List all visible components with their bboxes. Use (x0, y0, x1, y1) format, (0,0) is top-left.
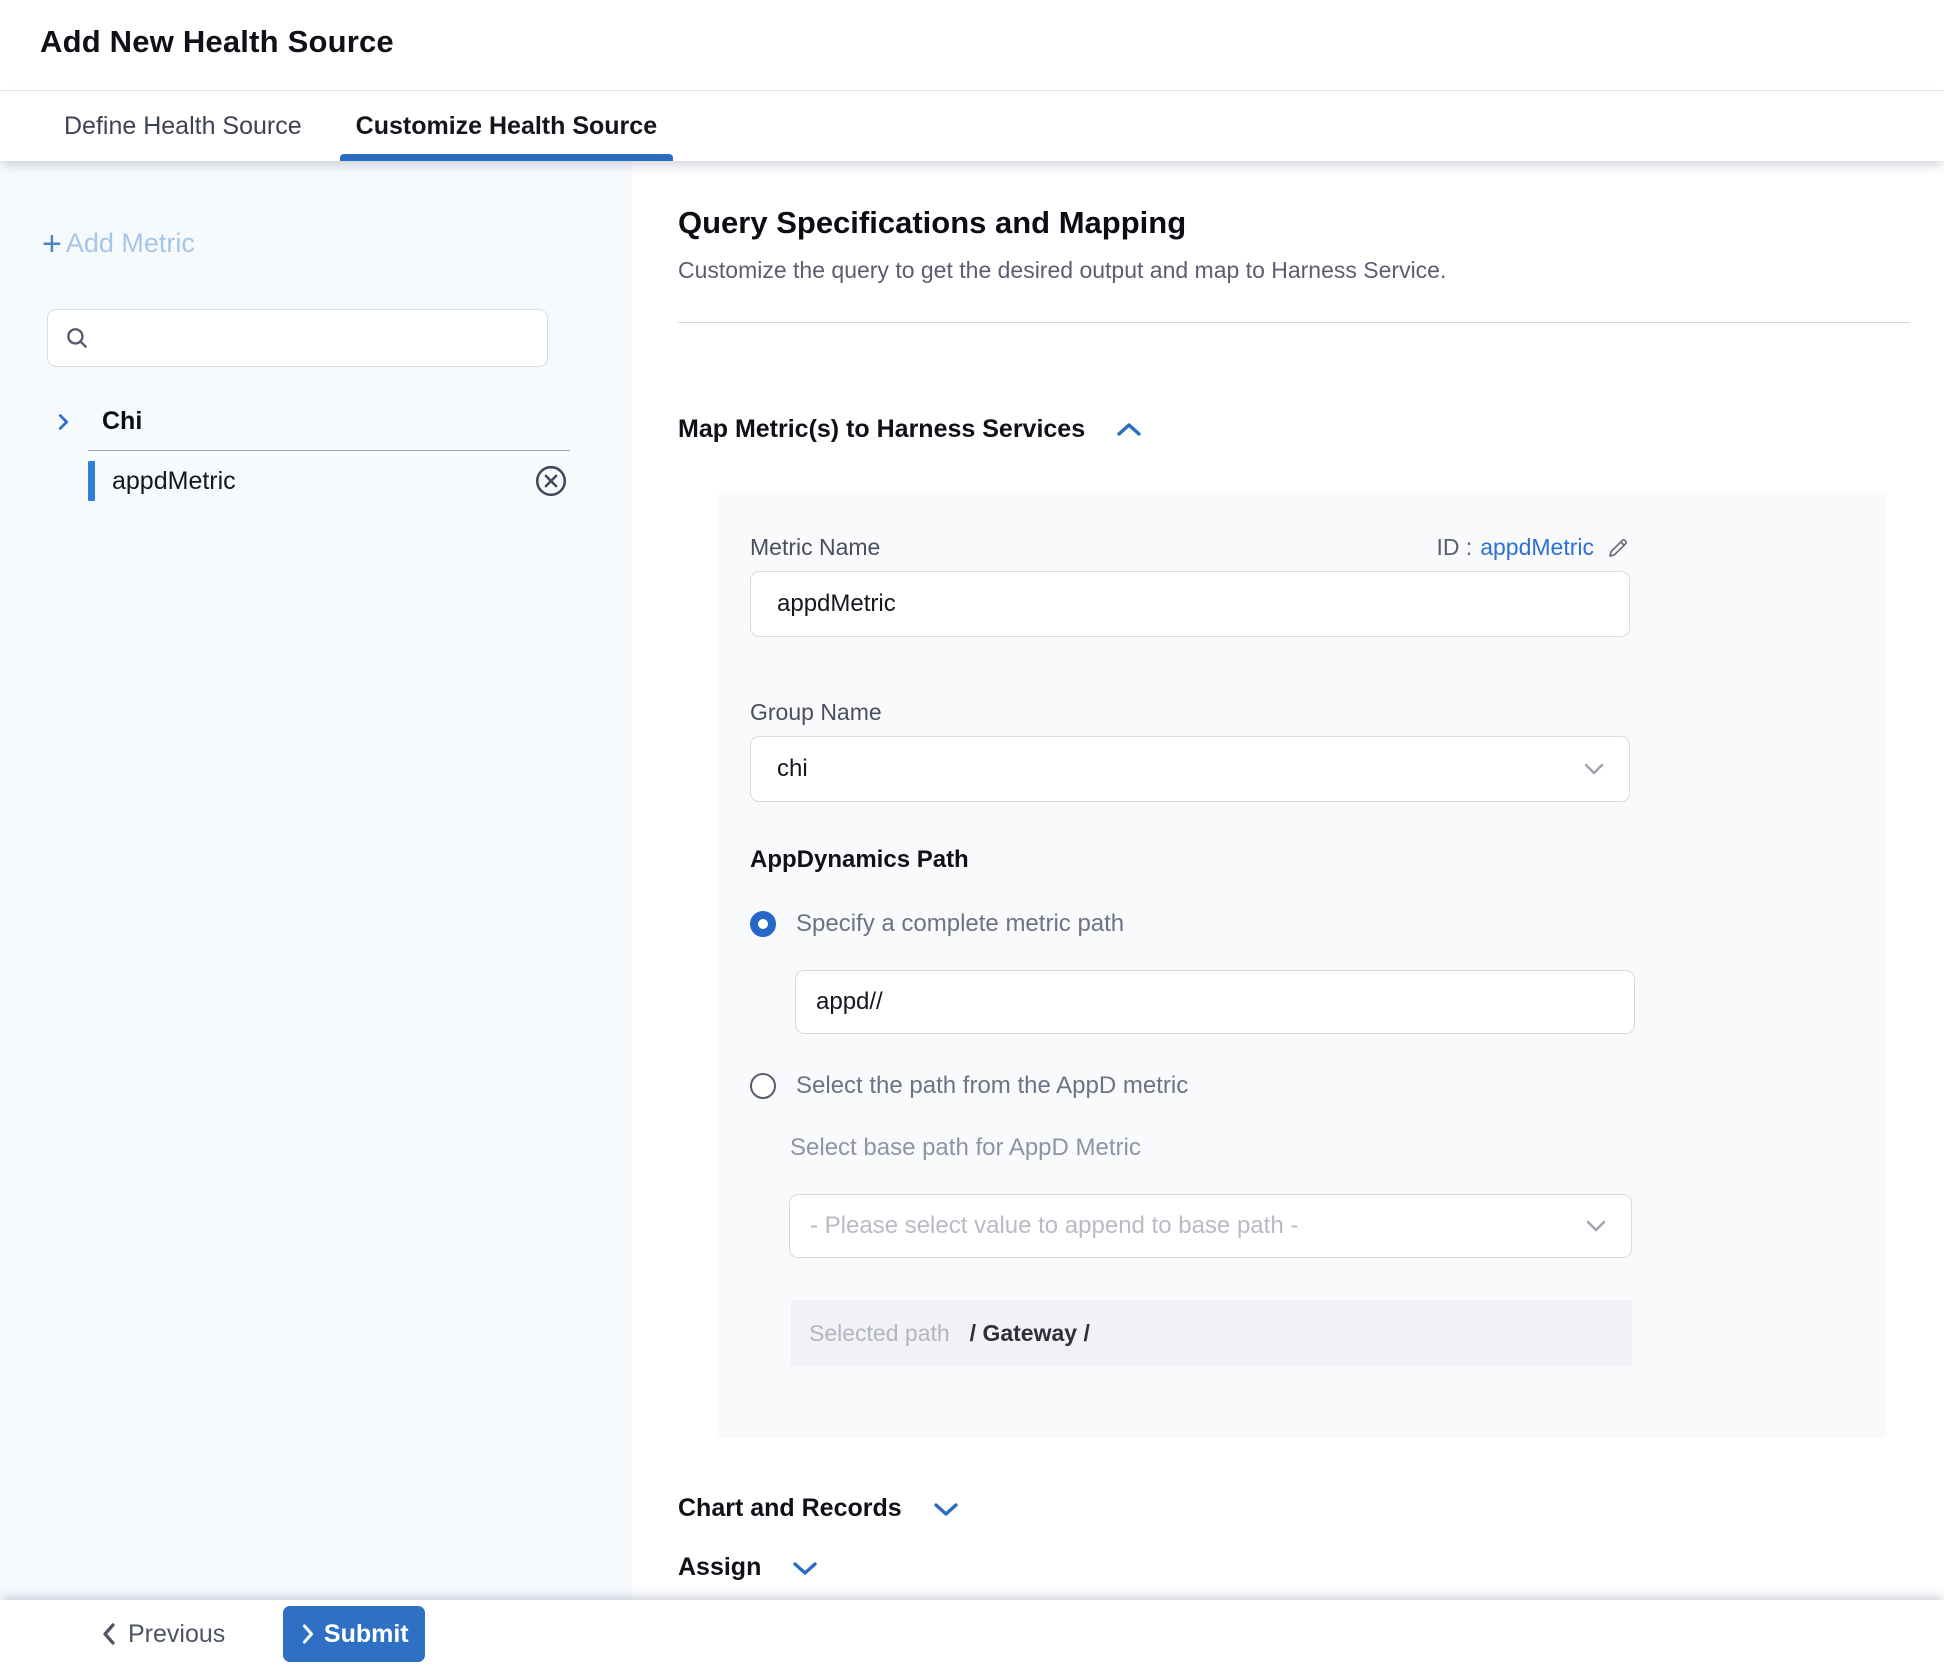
radio-complete-path-label: Specify a complete metric path (796, 910, 1124, 938)
id-label: ID : (1436, 534, 1472, 561)
panel-divider (678, 322, 1910, 323)
group-name-value: chi (777, 755, 1583, 783)
metric-item-label: appdMetric (112, 467, 236, 496)
section-assign-header: Assign (678, 1553, 1944, 1582)
tab-label: Customize Health Source (356, 112, 657, 141)
radio-select-path-label: Select the path from the AppD metric (796, 1072, 1188, 1100)
base-path-select[interactable]: - Please select value to append to base … (789, 1194, 1632, 1258)
metric-tree: Chi appdMetric (0, 407, 632, 506)
metric-list-item-appdmetric[interactable]: appdMetric (0, 456, 632, 506)
metric-name-label-row: Metric Name ID : appdMetric (750, 534, 1630, 561)
radio-select-path[interactable] (750, 1073, 776, 1099)
search-icon (64, 325, 90, 351)
chevron-right-icon (52, 411, 74, 433)
selected-path-band: Selected path / Gateway / (791, 1300, 1632, 1366)
section-title: Assign (678, 1553, 761, 1582)
section-title: Map Metric(s) to Harness Services (678, 415, 1085, 444)
dialog-body: + Add Metric (0, 161, 1944, 1600)
panel-title: Query Specifications and Mapping (678, 205, 1944, 241)
group-name-label: Group Name (750, 699, 1887, 726)
expand-section-chevron-down-icon[interactable] (932, 1500, 960, 1518)
submit-button[interactable]: Submit (283, 1606, 425, 1662)
expand-section-chevron-down-icon[interactable] (791, 1559, 819, 1577)
base-path-label: Select base path for AppD Metric (790, 1134, 1887, 1162)
chevron-down-icon (1583, 762, 1605, 776)
chevron-down-icon (1585, 1219, 1607, 1233)
page-title: Add New Health Source (40, 24, 1944, 60)
search-input[interactable] (102, 325, 547, 352)
radio-row-complete-path: Specify a complete metric path (750, 910, 1887, 938)
collapse-section-chevron-up-icon[interactable] (1115, 421, 1143, 439)
tab-define-health-source[interactable]: Define Health Source (48, 91, 318, 161)
metric-id-group: ID : appdMetric (1436, 534, 1630, 561)
radio-complete-path[interactable] (750, 911, 776, 937)
chevron-right-icon (300, 1622, 316, 1646)
delete-metric-icon[interactable] (533, 463, 569, 499)
previous-button[interactable]: Previous (100, 1620, 225, 1649)
dialog-header: Add New Health Source (0, 0, 1944, 90)
add-health-source-dialog: Add New Health Source Define Health Sour… (0, 0, 1944, 1668)
appdynamics-path-heading: AppDynamics Path (750, 846, 1887, 874)
add-metric-button[interactable]: + Add Metric (42, 228, 632, 259)
section-title: Chart and Records (678, 1494, 902, 1523)
id-value-link[interactable]: appdMetric (1480, 534, 1594, 561)
metric-name-input[interactable] (750, 571, 1630, 637)
dialog-footer: Previous Submit (0, 1600, 1944, 1668)
submit-label: Submit (324, 1620, 409, 1649)
metric-search-box[interactable] (47, 309, 548, 367)
section-map-metrics-header: Map Metric(s) to Harness Services (678, 415, 1944, 444)
group-name: Chi (102, 407, 142, 436)
panel-subtitle: Customize the query to get the desired o… (678, 257, 1944, 284)
query-specifications-panel: Query Specifications and Mapping Customi… (632, 161, 1944, 1600)
edit-id-pencil-icon[interactable] (1606, 536, 1630, 560)
previous-label: Previous (128, 1620, 225, 1649)
radio-row-select-path: Select the path from the AppD metric (750, 1072, 1887, 1100)
selected-indicator-bar (88, 461, 95, 501)
metrics-sidebar: + Add Metric (0, 161, 632, 1600)
base-path-placeholder: - Please select value to append to base … (810, 1212, 1585, 1240)
selected-path-label: Selected path (809, 1320, 950, 1347)
add-metric-label: Add Metric (66, 228, 195, 259)
metric-name-label: Metric Name (750, 534, 880, 561)
selected-path-value: / Gateway / (970, 1320, 1090, 1347)
chevron-left-icon (100, 1621, 118, 1647)
group-name-select[interactable]: chi (750, 736, 1630, 802)
tab-label: Define Health Source (64, 112, 302, 141)
complete-metric-path-input[interactable] (795, 970, 1635, 1034)
tree-divider (88, 450, 570, 451)
section-chart-records-header: Chart and Records (678, 1494, 1944, 1523)
metric-mapping-card: Metric Name ID : appdMetric Group Nam (717, 492, 1887, 1438)
plus-icon: + (42, 231, 62, 257)
tab-bar: Define Health Source Customize Health So… (0, 90, 1944, 161)
tab-customize-health-source[interactable]: Customize Health Source (340, 91, 673, 161)
tree-group-chi[interactable]: Chi (52, 407, 632, 436)
